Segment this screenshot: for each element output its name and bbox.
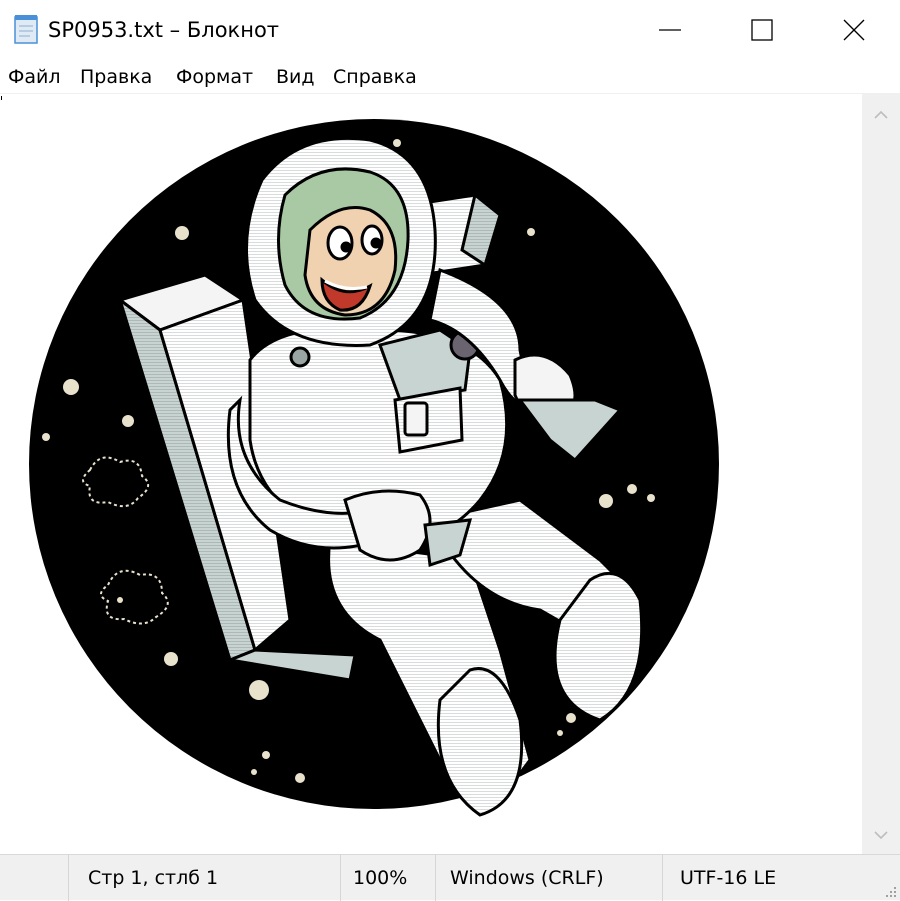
scroll-up-button[interactable] bbox=[862, 96, 900, 134]
minimize-icon bbox=[659, 29, 681, 31]
chevron-up-icon bbox=[874, 110, 888, 119]
notepad-icon bbox=[14, 15, 38, 44]
menu-format[interactable]: Формат bbox=[176, 64, 253, 90]
close-button[interactable] bbox=[808, 0, 900, 60]
window-title: SP0953.txt – Блокнот bbox=[48, 18, 280, 42]
status-encoding: UTF-16 LE bbox=[680, 867, 777, 889]
text-editor-area[interactable] bbox=[0, 94, 862, 852]
status-zoom: 100% bbox=[353, 867, 408, 889]
menu-help[interactable]: Справка bbox=[333, 64, 417, 90]
scroll-down-button[interactable] bbox=[862, 816, 900, 854]
resize-grip-icon[interactable] bbox=[880, 886, 898, 898]
status-divider bbox=[68, 855, 69, 901]
menu-bar: Файл Правка Формат Вид Справка bbox=[0, 62, 900, 92]
minimize-button[interactable] bbox=[624, 0, 716, 60]
status-divider bbox=[435, 855, 436, 901]
status-divider bbox=[662, 855, 663, 901]
maximize-icon bbox=[751, 19, 773, 41]
menu-file[interactable]: Файл bbox=[8, 64, 61, 90]
menu-edit[interactable]: Правка bbox=[80, 64, 152, 90]
status-cursor-position: Стр 1, стлб 1 bbox=[88, 867, 219, 889]
text-caret bbox=[1, 96, 2, 100]
vertical-scrollbar[interactable] bbox=[862, 94, 900, 854]
status-bar: Стр 1, стлб 1 100% Windows (CRLF) UTF-16… bbox=[0, 854, 900, 901]
menu-view[interactable]: Вид bbox=[276, 64, 315, 90]
status-line-endings: Windows (CRLF) bbox=[450, 867, 604, 889]
chevron-down-icon bbox=[874, 831, 888, 840]
title-bar[interactable]: SP0953.txt – Блокнот bbox=[0, 0, 900, 60]
maximize-button[interactable] bbox=[716, 0, 808, 60]
status-divider bbox=[340, 855, 341, 901]
close-icon bbox=[843, 19, 865, 41]
astronaut-ascii-art bbox=[29, 119, 719, 817]
